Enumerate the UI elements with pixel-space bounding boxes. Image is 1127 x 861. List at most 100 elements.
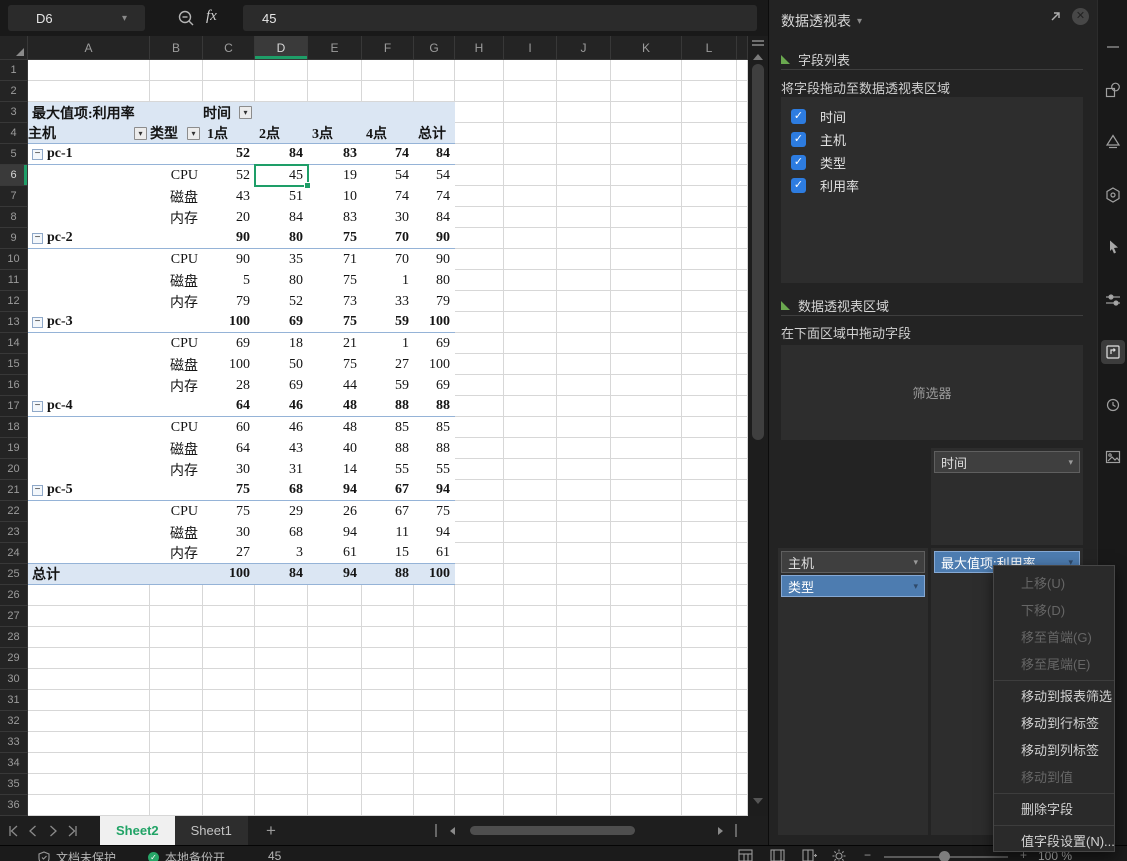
cell-F12[interactable]: 33 — [362, 291, 414, 312]
cell-J24[interactable] — [557, 543, 611, 564]
cell-B31[interactable] — [150, 690, 203, 711]
chip-dropdown-icon[interactable]: ▾ — [1068, 457, 1073, 468]
cell-E26[interactable] — [308, 585, 362, 606]
cell-G25[interactable]: 100 — [414, 564, 455, 585]
cell-filler-22[interactable] — [737, 501, 748, 522]
cell-G17[interactable]: 88 — [414, 396, 455, 417]
cell-H3[interactable] — [455, 102, 504, 123]
column-header-A[interactable]: A — [28, 36, 150, 60]
cell-F14[interactable]: 1 — [362, 333, 414, 354]
cell-E28[interactable] — [308, 627, 362, 648]
row-header-35[interactable]: 35 — [0, 774, 28, 795]
page-layout-icon[interactable] — [770, 849, 785, 861]
cell-J2[interactable] — [557, 81, 611, 102]
cell-A18[interactable] — [28, 417, 150, 438]
cell-filler-27[interactable] — [737, 606, 748, 627]
cell-A14[interactable] — [28, 333, 150, 354]
cell-filler-25[interactable] — [737, 564, 748, 585]
cell-B5[interactable] — [150, 144, 203, 165]
cell-L30[interactable] — [682, 669, 737, 690]
cell-H15[interactable] — [455, 354, 504, 375]
cell-F27[interactable] — [362, 606, 414, 627]
column-header-L[interactable]: L — [682, 36, 737, 60]
cell-D30[interactable] — [255, 669, 308, 690]
cell-filler-20[interactable] — [737, 459, 748, 480]
cell-H2[interactable] — [455, 81, 504, 102]
cell-C19[interactable]: 64 — [203, 438, 255, 459]
cell-B27[interactable] — [150, 606, 203, 627]
cell-L14[interactable] — [682, 333, 737, 354]
horizontal-scroll-thumb[interactable] — [470, 826, 635, 835]
cell-L10[interactable] — [682, 249, 737, 270]
cell-filler-11[interactable] — [737, 270, 748, 291]
cell-A13[interactable]: −pc-3 — [28, 312, 150, 333]
cell-L23[interactable] — [682, 522, 737, 543]
cell-G28[interactable] — [414, 627, 455, 648]
cell-B34[interactable] — [150, 753, 203, 774]
area-chip-时间[interactable]: 时间▾ — [934, 451, 1080, 473]
cell-K26[interactable] — [611, 585, 682, 606]
cell-L18[interactable] — [682, 417, 737, 438]
row-header-26[interactable]: 26 — [0, 585, 28, 606]
cell-D14[interactable]: 18 — [255, 333, 308, 354]
field-checkbox[interactable]: ✓ — [791, 132, 806, 147]
row-header-20[interactable]: 20 — [0, 459, 28, 480]
cell-I18[interactable] — [504, 417, 557, 438]
cell-E19[interactable]: 40 — [308, 438, 362, 459]
cell-filler-28[interactable] — [737, 627, 748, 648]
cell-A11[interactable] — [28, 270, 150, 291]
column-header-I[interactable]: I — [504, 36, 557, 60]
cell-H30[interactable] — [455, 669, 504, 690]
hscroll-left-icon[interactable] — [450, 827, 455, 835]
cell-A12[interactable] — [28, 291, 150, 312]
cell-F5[interactable]: 74 — [362, 144, 414, 165]
cell-C34[interactable] — [203, 753, 255, 774]
cell-filler-33[interactable] — [737, 732, 748, 753]
cell-G2[interactable] — [414, 81, 455, 102]
cell-J20[interactable] — [557, 459, 611, 480]
cell-I33[interactable] — [504, 732, 557, 753]
cell-A3[interactable]: 最大值项:利用率 — [28, 102, 150, 123]
row-header-27[interactable]: 27 — [0, 606, 28, 627]
cell-G5[interactable]: 84 — [414, 144, 455, 165]
cell-I26[interactable] — [504, 585, 557, 606]
cell-K6[interactable] — [611, 165, 682, 186]
cell-G10[interactable]: 90 — [414, 249, 455, 270]
cell-B10[interactable]: CPU — [150, 249, 203, 270]
cell-filler-19[interactable] — [737, 438, 748, 459]
cell-B33[interactable] — [150, 732, 203, 753]
cell-B22[interactable]: CPU — [150, 501, 203, 522]
cell-A21[interactable]: −pc-5 — [28, 480, 150, 501]
cell-I3[interactable] — [504, 102, 557, 123]
cell-F11[interactable]: 1 — [362, 270, 414, 291]
cell-E17[interactable]: 48 — [308, 396, 362, 417]
sheet-tab-sheet2[interactable]: Sheet2 — [100, 816, 175, 845]
cursor-icon[interactable] — [1105, 239, 1121, 255]
cell-B14[interactable]: CPU — [150, 333, 203, 354]
cell-D15[interactable]: 50 — [255, 354, 308, 375]
cell-J6[interactable] — [557, 165, 611, 186]
cell-H20[interactable] — [455, 459, 504, 480]
cell-F15[interactable]: 27 — [362, 354, 414, 375]
chip-dropdown-icon[interactable]: ▾ — [913, 581, 918, 592]
cell-J29[interactable] — [557, 648, 611, 669]
cell-D2[interactable] — [255, 81, 308, 102]
cell-G32[interactable] — [414, 711, 455, 732]
cell-L33[interactable] — [682, 732, 737, 753]
cell-A19[interactable] — [28, 438, 150, 459]
cell-I8[interactable] — [504, 207, 557, 228]
cell-D7[interactable]: 51 — [255, 186, 308, 207]
cell-F4[interactable]: 4点 — [362, 123, 414, 144]
cell-A27[interactable] — [28, 606, 150, 627]
cell-J7[interactable] — [557, 186, 611, 207]
column-header-H[interactable]: H — [455, 36, 504, 60]
cell-I35[interactable] — [504, 774, 557, 795]
prev-sheet-icon[interactable] — [26, 824, 40, 838]
cell-E9[interactable]: 75 — [308, 228, 362, 249]
cell-B12[interactable]: 内存 — [150, 291, 203, 312]
cell-E33[interactable] — [308, 732, 362, 753]
columns-area[interactable]: 时间▾ — [931, 448, 1083, 545]
cell-I24[interactable] — [504, 543, 557, 564]
cell-I2[interactable] — [504, 81, 557, 102]
cell-C27[interactable] — [203, 606, 255, 627]
